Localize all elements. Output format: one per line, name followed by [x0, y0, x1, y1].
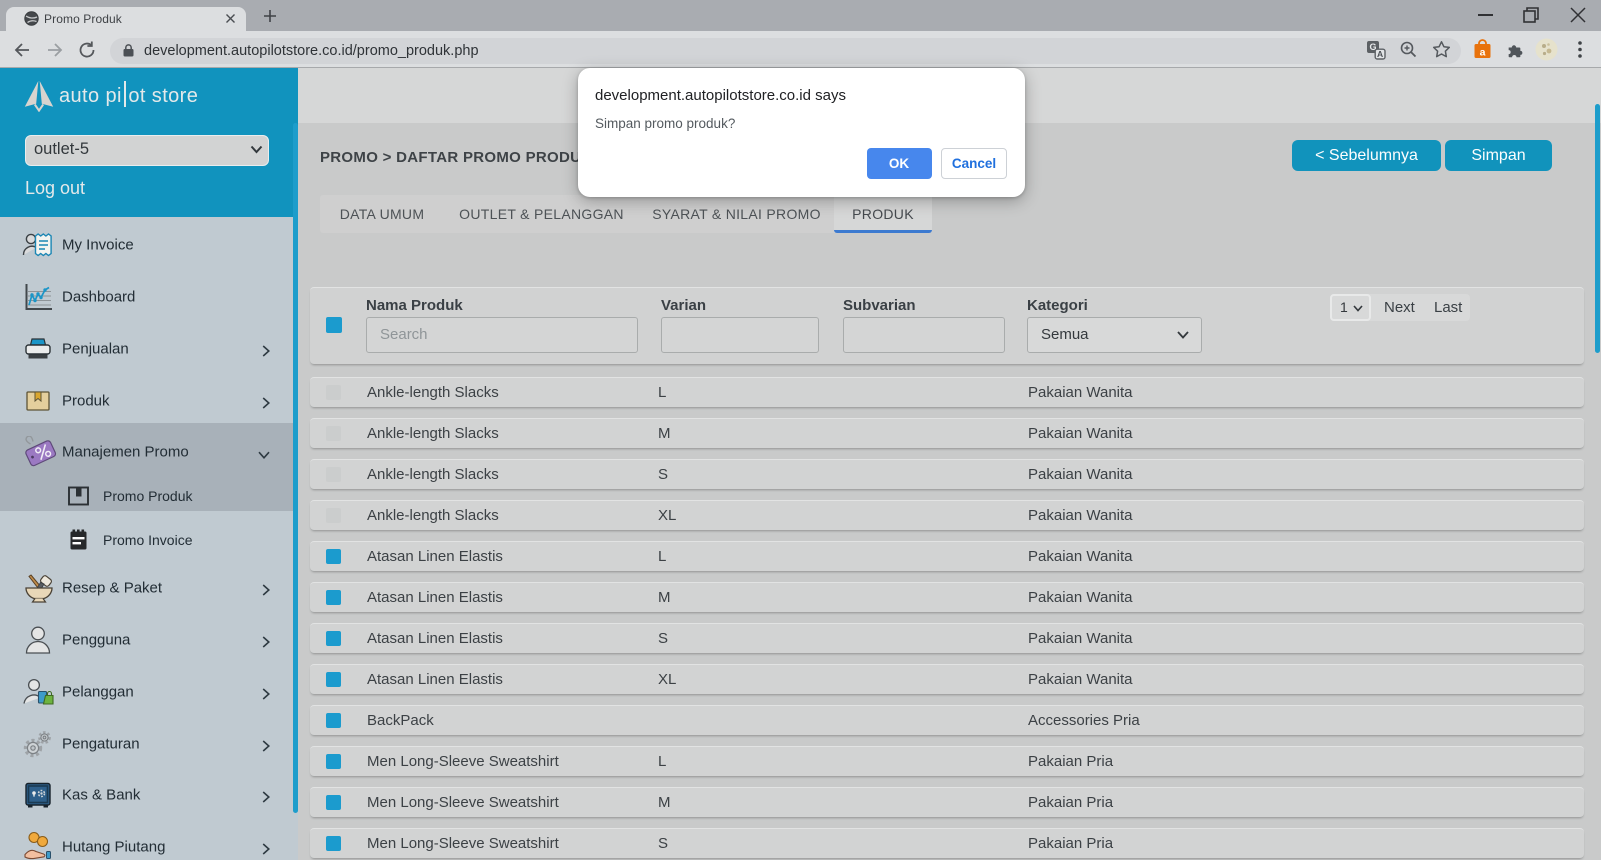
svg-text:a: a: [1480, 47, 1486, 59]
svg-text:A: A: [1377, 49, 1383, 59]
